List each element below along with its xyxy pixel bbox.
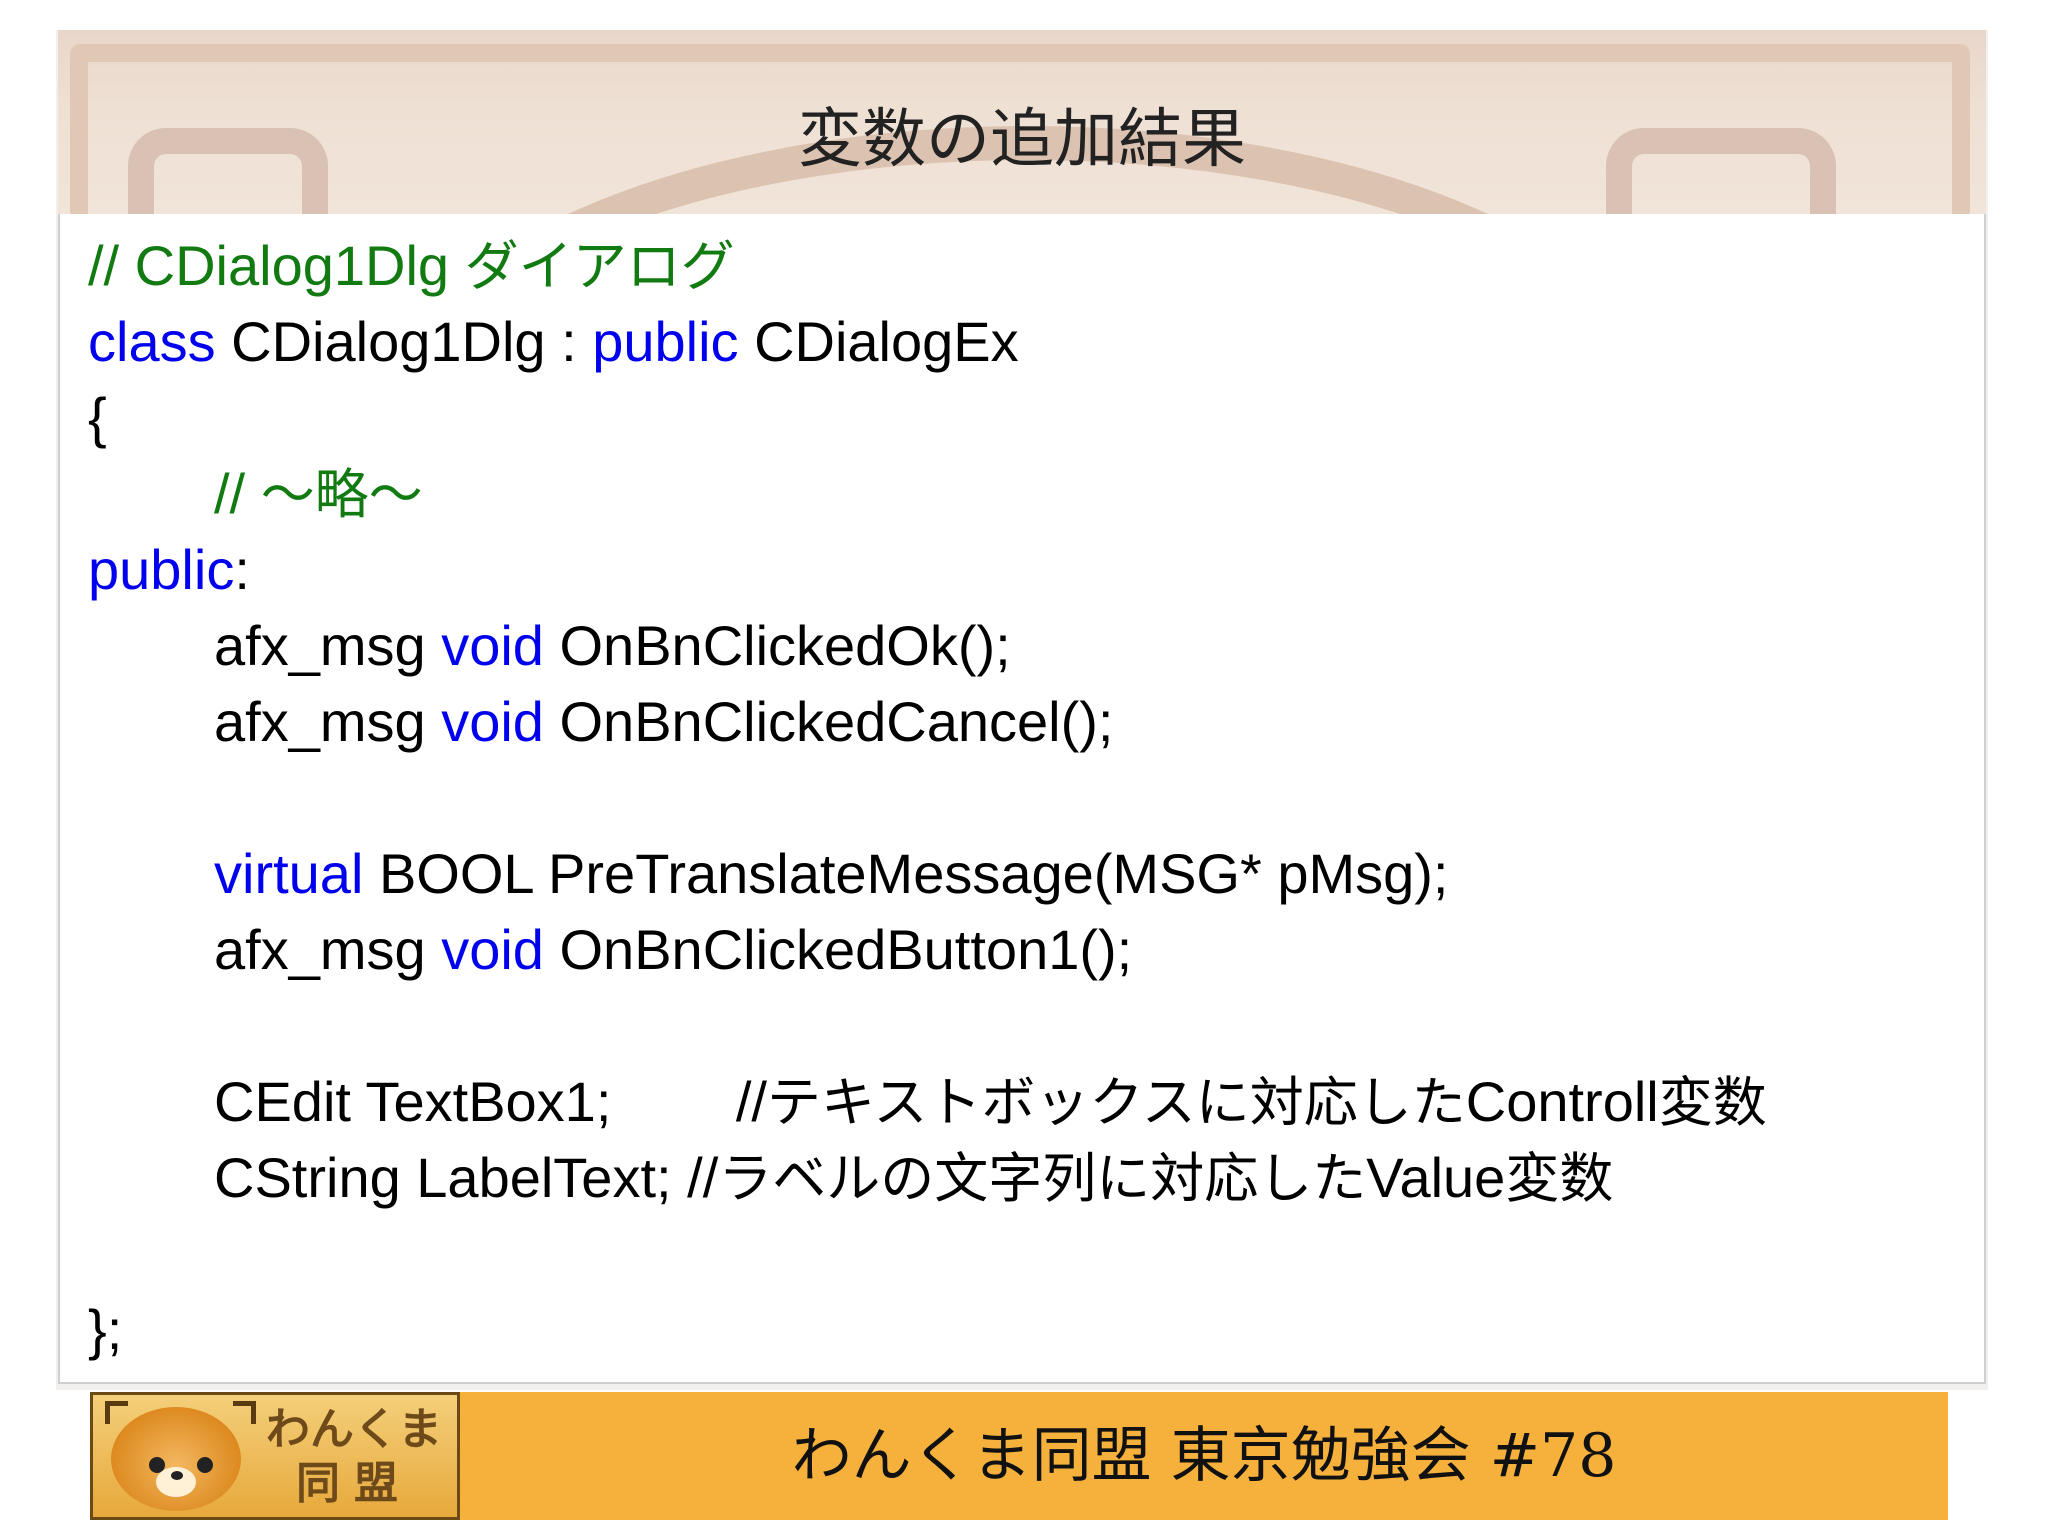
- code-line-9: afx_msg void OnBnClickedButton1();: [214, 916, 1132, 984]
- logo-text-line2: 同盟: [296, 1458, 412, 1509]
- comment-jp: ラベルの文字列に対応した: [718, 1147, 1367, 1210]
- logo-text-line1: わんくま: [266, 1404, 442, 1455]
- code-text: afx_msg: [214, 690, 442, 753]
- keyword: public: [592, 310, 739, 373]
- code-line-6: afx_msg void OnBnClickedOk();: [214, 612, 1011, 680]
- slide-title: 変数の追加結果: [798, 103, 1246, 177]
- code-line-5: public:: [88, 536, 250, 604]
- code-text: CString LabelText; //: [214, 1146, 719, 1209]
- keyword: void: [441, 614, 544, 677]
- comment-jp: 〜略〜: [260, 463, 423, 526]
- code-line-8: virtual BOOL PreTranslateMessage(MSG* pM…: [214, 840, 1448, 908]
- bear-ear-right: [233, 1401, 256, 1424]
- comment-jp: ダイアログ: [464, 235, 735, 298]
- code-line-2: class CDialog1Dlg : public CDialogEx: [88, 308, 1019, 376]
- wankuma-logo: わんくま 同盟: [90, 1392, 460, 1520]
- code-text: :: [234, 538, 250, 601]
- code-text: OnBnClickedButton1();: [543, 918, 1133, 981]
- code-text: CDialogEx: [738, 310, 1019, 373]
- keyword: void: [441, 918, 544, 981]
- code-line-1: // CDialog1Dlg ダイアログ: [88, 232, 735, 301]
- logo-text: わんくま 同盟: [259, 1403, 449, 1511]
- code-text: OnBnClickedCancel();: [543, 690, 1114, 753]
- code-text: OnBnClickedOk();: [543, 614, 1011, 677]
- code-text: CDialog1Dlg :: [215, 310, 593, 373]
- bear-icon: [111, 1407, 241, 1511]
- keyword: public: [88, 538, 235, 601]
- code-line-7: afx_msg void OnBnClickedCancel();: [214, 688, 1113, 756]
- bear-eye-right: [197, 1457, 213, 1473]
- code-block: // CDialog1Dlg ダイアログ class CDialog1Dlg :…: [58, 214, 1986, 1384]
- comment-jp: 変数: [1658, 1071, 1767, 1134]
- code-line-11: CString LabelText; //ラベルの文字列に対応したValue変数: [214, 1144, 1613, 1213]
- keyword: void: [441, 690, 544, 753]
- footer-text: わんくま同盟 東京勉強会 #78: [791, 1421, 1617, 1491]
- code-text: BOOL PreTranslateMessage(MSG* pMsg);: [363, 842, 1449, 905]
- code-text: afx_msg: [214, 614, 442, 677]
- code-text: afx_msg: [214, 918, 442, 981]
- code-text: Controll: [1465, 1070, 1659, 1133]
- comment-jp: テキストボックスに対応した: [766, 1071, 1466, 1134]
- code-line-3: {: [88, 386, 107, 449]
- comment-jp: 変数: [1505, 1147, 1614, 1210]
- bear-nose: [171, 1471, 183, 1480]
- code-line-12: };: [88, 1298, 123, 1361]
- code-text: CEdit TextBox1; //: [214, 1070, 767, 1133]
- bear-ear-left: [105, 1401, 128, 1424]
- comment: //: [214, 462, 261, 525]
- comment: // CDialog1Dlg: [88, 234, 465, 297]
- code-text: Value: [1366, 1146, 1506, 1209]
- keyword: virtual: [214, 842, 364, 905]
- keyword: class: [88, 310, 216, 373]
- code-line-10: CEdit TextBox1; //テキストボックスに対応したControll変…: [214, 1068, 1767, 1137]
- code-line-4: // 〜略〜: [214, 460, 423, 529]
